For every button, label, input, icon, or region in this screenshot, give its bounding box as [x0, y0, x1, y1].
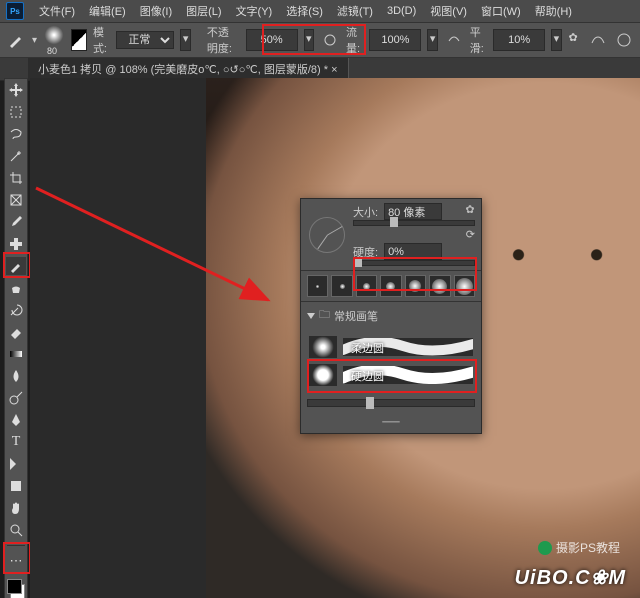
tool-path[interactable]	[6, 455, 26, 473]
menu-help[interactable]: 帮助(H)	[528, 3, 579, 19]
brush-angle-control[interactable]	[309, 217, 345, 253]
tool-shape[interactable]	[6, 477, 26, 495]
flow-dropdown-icon[interactable]: ▾	[427, 29, 437, 51]
tool-pen[interactable]	[6, 411, 26, 429]
brush-tool-icon	[6, 30, 26, 50]
symmetry-icon[interactable]	[588, 30, 608, 50]
tool-zoom[interactable]	[6, 521, 26, 539]
canvas[interactable]: ✿ 大小: ⟳ 硬度:	[30, 78, 640, 598]
menu-filter[interactable]: 滤镜(T)	[330, 3, 380, 19]
tool-healing[interactable]	[6, 235, 26, 253]
smoothing-input[interactable]	[493, 29, 545, 51]
menu-edit[interactable]: 编辑(E)	[82, 3, 133, 19]
triangle-down-icon	[307, 313, 315, 319]
watermark-text: 摄影PS教程	[538, 539, 620, 556]
menu-select[interactable]: 选择(S)	[279, 3, 330, 19]
document-tab[interactable]: 小麦色1 拷贝 @ 108% (完美磨皮o℃, ○↺○℃, 图层蒙版/8) * …	[28, 58, 349, 80]
brush-preview-icon[interactable]	[43, 24, 65, 46]
brush-item-label: 硬边圆	[351, 368, 384, 384]
flow-label: 流量:	[346, 24, 363, 56]
site-watermark: UiBO.C❀M	[515, 565, 626, 590]
menu-image[interactable]: 图像(I)	[133, 3, 179, 19]
menu-bar: Ps 文件(F) 编辑(E) 图像(I) 图层(L) 文字(Y) 选择(S) 滤…	[0, 0, 640, 23]
size-label: 大小:	[353, 204, 378, 220]
panel-bottom-slider[interactable]	[307, 399, 475, 407]
foreground-color[interactable]	[7, 579, 22, 594]
airbrush-icon[interactable]	[444, 30, 464, 50]
brush-preview-icon	[309, 336, 337, 358]
tool-marquee[interactable]	[6, 103, 26, 121]
tool-dodge[interactable]	[6, 389, 26, 407]
brush-thumb[interactable]	[454, 275, 475, 297]
brush-thumb[interactable]	[331, 275, 352, 297]
tool-wand[interactable]	[6, 147, 26, 165]
brush-thumb[interactable]	[356, 275, 377, 297]
menu-window[interactable]: 窗口(W)	[474, 3, 528, 19]
brush-thumb[interactable]	[380, 275, 401, 297]
brush-stroke-preview: 硬边圆	[343, 366, 473, 384]
tool-eyedropper[interactable]	[6, 213, 26, 231]
brush-thumb[interactable]	[307, 275, 328, 297]
wechat-icon	[538, 541, 552, 555]
flip-icon[interactable]: ⟳	[466, 229, 475, 241]
tool-blur[interactable]	[6, 367, 26, 385]
tool-crop[interactable]	[6, 169, 26, 187]
tool-type[interactable]: T	[6, 433, 26, 451]
tool-frame[interactable]	[6, 191, 26, 209]
toggle-panel-icon[interactable]	[71, 29, 87, 51]
brush-size-label: 80	[47, 46, 57, 56]
tool-gradient[interactable]	[6, 345, 26, 363]
mode-label: 模式:	[93, 24, 110, 56]
brush-preset-panel: ✿ 大小: ⟳ 硬度:	[300, 198, 482, 434]
workspace: T ⋯ ✿ 大小:	[0, 78, 640, 598]
brush-item-soft[interactable]: 柔边圆	[307, 333, 475, 361]
panel-gear-icon[interactable]: ✿	[463, 203, 477, 217]
tool-history[interactable]	[6, 301, 26, 319]
flow-input[interactable]	[369, 29, 421, 51]
menu-file[interactable]: 文件(F)	[32, 3, 82, 19]
opacity-label: 不透明度:	[207, 24, 240, 56]
options-bar: ▾ 80 模式: 正常 ▾ 不透明度: ▾ 流量: ▾ 平滑: ▾ ✿	[0, 23, 640, 58]
menu-layer[interactable]: 图层(L)	[179, 3, 228, 19]
tool-eraser[interactable]	[6, 323, 26, 341]
color-swatches[interactable]	[6, 578, 26, 598]
brush-thumb[interactable]	[405, 275, 426, 297]
hardness-input[interactable]	[384, 243, 442, 260]
opacity-dropdown-icon[interactable]: ▾	[304, 29, 314, 51]
menu-type[interactable]: 文字(Y)	[229, 3, 280, 19]
tool-more-icon[interactable]: ⋯	[6, 552, 26, 570]
size-slider[interactable]	[353, 220, 475, 226]
smoothing-label: 平滑:	[470, 24, 487, 56]
brush-thumb[interactable]	[429, 275, 450, 297]
tool-clone[interactable]	[6, 279, 26, 297]
menu-3d[interactable]: 3D(D)	[380, 5, 423, 17]
pressure-opacity-icon[interactable]	[320, 30, 340, 50]
ps-logo-icon: Ps	[6, 2, 24, 20]
brush-item-hard[interactable]: 硬边圆	[307, 361, 475, 389]
folder-icon: 🗀	[319, 306, 330, 325]
hardness-slider[interactable]	[353, 260, 475, 266]
resize-handle-icon[interactable]: ⸺	[301, 413, 481, 433]
brush-preview-icon	[309, 364, 337, 386]
brush-stroke-preview: 柔边圆	[343, 338, 473, 356]
mode-dropdown-icon[interactable]: ▾	[180, 29, 190, 51]
menu-view[interactable]: 视图(V)	[423, 3, 474, 19]
brush-item-label: 柔边圆	[351, 340, 384, 356]
gear-icon[interactable]: ✿	[568, 30, 583, 50]
folder-label: 常规画笔	[334, 308, 378, 324]
tool-palette: T ⋯	[4, 78, 28, 598]
opacity-input[interactable]	[246, 29, 298, 51]
tool-brush[interactable]	[6, 257, 26, 275]
tool-hand[interactable]	[6, 499, 26, 517]
tool-lasso[interactable]	[6, 125, 26, 143]
brush-thumbnails	[301, 270, 481, 302]
brush-list: 柔边圆 硬边圆	[301, 329, 481, 393]
tool-move[interactable]	[6, 81, 26, 99]
brush-folder[interactable]: 🗀 常规画笔	[301, 302, 481, 329]
smoothing-dropdown-icon[interactable]: ▾	[551, 29, 561, 51]
mode-select[interactable]: 正常	[116, 31, 174, 49]
pressure-size-icon[interactable]	[614, 30, 634, 50]
